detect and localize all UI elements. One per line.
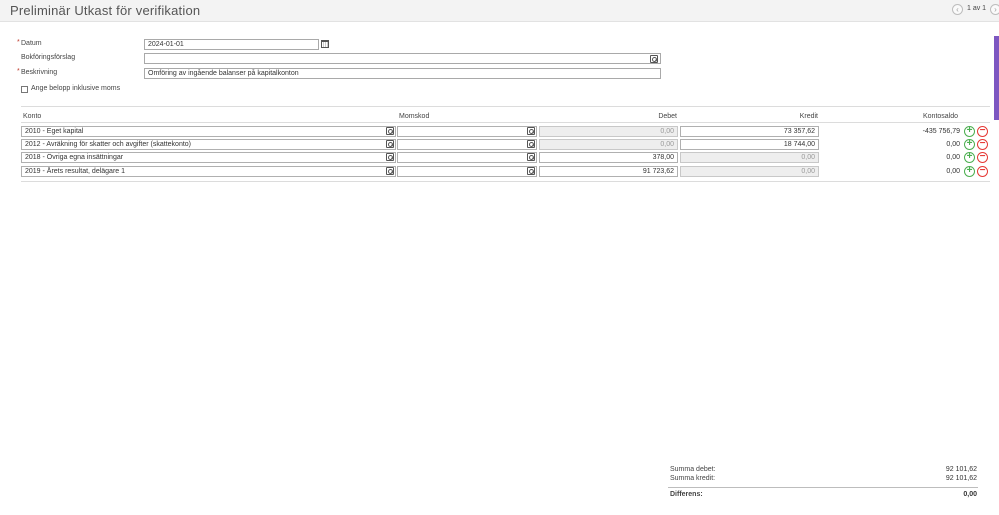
title-bar: Preliminär Utkast för verifikation ‹ 1 a…: [0, 0, 999, 22]
summa-kredit-value: 92 101,62: [945, 475, 977, 482]
row-3-konto-input[interactable]: 2018 - Övriga egna insättningar: [21, 152, 396, 163]
row-1-momskod-input[interactable]: [397, 126, 537, 137]
pager-prev-icon[interactable]: ‹: [952, 4, 963, 15]
row-1-konto-input[interactable]: 2010 - Eget kapital: [21, 126, 396, 137]
header-divider: [21, 122, 990, 123]
summa-debet-label: Summa debet:: [670, 466, 716, 473]
row-4-momskod-input[interactable]: [397, 166, 537, 177]
required-marker: *: [17, 39, 20, 46]
row-2-kontosaldo: 0,00: [946, 141, 960, 148]
row-3-momskod-input[interactable]: [397, 152, 537, 163]
row-4-kontosaldo: 0,00: [946, 168, 960, 175]
required-marker: *: [17, 68, 20, 75]
datum-input[interactable]: 2024-01-01: [144, 39, 319, 50]
row-1-add-icon[interactable]: +: [964, 126, 975, 137]
row-2-momskod-lookup-icon[interactable]: [527, 140, 535, 148]
page-title: Preliminär Utkast för verifikation: [10, 3, 201, 18]
row-1-kredit-input[interactable]: 73 357,62: [680, 126, 819, 137]
col-header-momskod: Momskod: [399, 113, 430, 120]
inkl-moms-label: Ange belopp inklusive moms: [31, 85, 121, 92]
row-1-momskod-lookup-icon[interactable]: [527, 127, 535, 135]
differens-value: 0,00: [963, 491, 977, 498]
pager-next-icon[interactable]: ›: [990, 4, 999, 15]
calendar-icon[interactable]: [321, 40, 329, 48]
row-2-remove-icon[interactable]: −: [977, 139, 988, 150]
col-header-kontosaldo: Kontosaldo: [923, 113, 959, 120]
row-4-kredit-input[interactable]: 0,00: [680, 166, 819, 177]
row-4-konto-lookup-icon[interactable]: [386, 167, 394, 175]
row-2-konto-lookup-icon[interactable]: [386, 140, 394, 148]
row-1-debet-input[interactable]: 0,00: [539, 126, 678, 137]
row-2-momskod-input[interactable]: [397, 139, 537, 150]
beskrivning-label: * Beskrivning: [17, 68, 58, 76]
bokforingsforslag-label: Bokföringsförslag: [21, 54, 76, 61]
row-4-debet-input[interactable]: 91 723,62: [539, 166, 678, 177]
summa-kredit-label: Summa kredit:: [670, 475, 716, 482]
bokforingsforslag-lookup-icon[interactable]: [650, 55, 658, 63]
inkl-moms-checkbox[interactable]: [21, 86, 28, 93]
row-4-add-icon[interactable]: +: [964, 166, 975, 177]
side-panel-tab[interactable]: [994, 36, 999, 120]
row-3-kredit-input[interactable]: 0,00: [680, 152, 819, 163]
bokforingsforslag-input[interactable]: [144, 53, 661, 64]
row-3-remove-icon[interactable]: −: [977, 152, 988, 163]
row-2-kredit-input[interactable]: 18 744,00: [680, 139, 819, 150]
summary-divider: [668, 487, 978, 488]
section-divider: [21, 106, 990, 107]
row-4-remove-icon[interactable]: −: [977, 166, 988, 177]
row-3-kontosaldo: 0,00: [946, 154, 960, 161]
row-4-konto-input[interactable]: 2019 - Årets resultat, delägare 1: [21, 166, 396, 177]
beskrivning-label-text: Beskrivning: [21, 69, 58, 76]
row-1-kontosaldo: -435 756,79: [922, 128, 960, 135]
col-header-kredit: Kredit: [799, 113, 818, 120]
row-4-momskod-lookup-icon[interactable]: [527, 167, 535, 175]
table-bottom-divider: [21, 181, 990, 182]
pager-text: 1 av 1: [967, 5, 987, 12]
differens-label: Differens:: [670, 491, 703, 498]
col-header-debet: Debet: [658, 113, 677, 120]
row-2-konto-input[interactable]: 2012 - Avräkning för skatter och avgifte…: [21, 139, 396, 150]
row-3-momskod-lookup-icon[interactable]: [527, 153, 535, 161]
beskrivning-input[interactable]: Omföring av ingående balanser på kapital…: [144, 68, 661, 79]
row-3-debet-input[interactable]: 378,00: [539, 152, 678, 163]
row-1-remove-icon[interactable]: −: [977, 126, 988, 137]
summa-debet-value: 92 101,62: [945, 466, 977, 473]
col-header-konto: Konto: [23, 113, 42, 120]
row-3-add-icon[interactable]: +: [964, 152, 975, 163]
row-2-add-icon[interactable]: +: [964, 139, 975, 150]
datum-label: * Datum: [17, 39, 42, 47]
datum-label-text: Datum: [21, 40, 42, 47]
row-3-konto-lookup-icon[interactable]: [386, 153, 394, 161]
row-2-debet-input[interactable]: 0,00: [539, 139, 678, 150]
row-1-konto-lookup-icon[interactable]: [386, 127, 394, 135]
